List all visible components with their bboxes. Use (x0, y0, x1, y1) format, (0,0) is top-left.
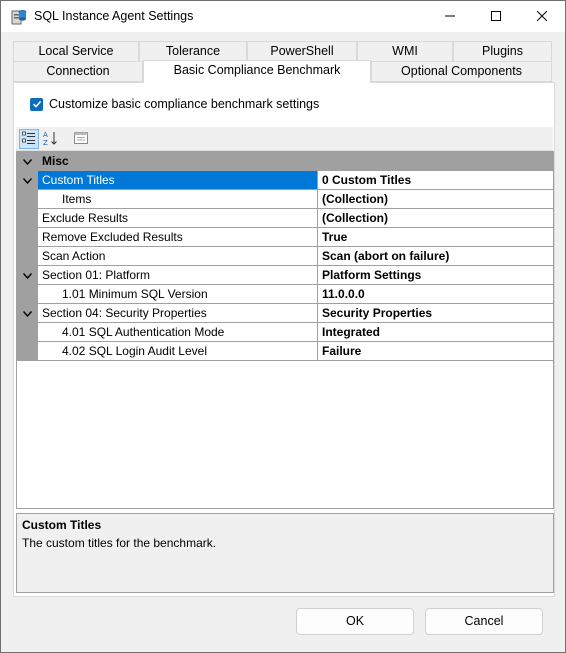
maximize-button[interactable] (473, 1, 519, 32)
row-gutter (17, 247, 38, 266)
tab-plugins[interactable]: Plugins (453, 41, 552, 62)
tab-optional-components[interactable]: Optional Components (371, 61, 552, 82)
svg-text:Z: Z (43, 139, 48, 146)
tab-strip: Local Service Tolerance PowerShell WMI P… (13, 41, 553, 83)
property-name[interactable]: Remove Excluded Results (38, 228, 318, 247)
row-gutter (17, 285, 38, 304)
customize-checkbox-label: Customize basic compliance benchmark set… (49, 97, 320, 111)
property-name[interactable]: 1.01 Minimum SQL Version (38, 285, 318, 304)
svg-text:A: A (43, 131, 48, 139)
property-value[interactable]: 11.0.0.0 (318, 285, 553, 304)
row-gutter (17, 342, 38, 361)
property-value[interactable]: (Collection) (318, 190, 553, 209)
customize-checkbox[interactable] (30, 97, 43, 111)
tab-wmi[interactable]: WMI (357, 41, 453, 62)
property-name[interactable]: Exclude Results (38, 209, 318, 228)
grid-row[interactable]: Custom Titles 0 Custom Titles (17, 171, 553, 190)
title-bar[interactable]: SQL Instance Agent Settings (1, 1, 565, 32)
settings-dialog: SQL Instance Agent Settings Local Servic… (0, 0, 566, 653)
window-title: SQL Instance Agent Settings (34, 9, 194, 23)
grid-row[interactable]: 4.02 SQL Login Audit Level Failure (17, 342, 553, 361)
close-button[interactable] (519, 1, 565, 32)
collapse-icon[interactable] (17, 152, 38, 171)
category-row-misc[interactable]: Misc (17, 152, 553, 171)
description-title: Custom Titles (22, 518, 102, 532)
property-name[interactable]: Custom Titles (38, 171, 318, 190)
row-gutter (17, 323, 38, 342)
row-gutter (17, 209, 38, 228)
property-grid-toolbar: A Z (16, 127, 553, 151)
property-name[interactable]: Section 01: Platform (38, 266, 318, 285)
tab-connection[interactable]: Connection (13, 61, 143, 82)
property-value[interactable]: Scan (abort on failure) (318, 247, 553, 266)
property-pages-icon (74, 131, 88, 148)
property-value[interactable]: True (318, 228, 553, 247)
collapse-icon[interactable] (17, 171, 38, 190)
property-value[interactable]: Integrated (318, 323, 553, 342)
tab-powershell[interactable]: PowerShell (247, 41, 357, 62)
grid-row[interactable]: Scan Action Scan (abort on failure) (17, 247, 553, 266)
property-value[interactable]: 0 Custom Titles (318, 171, 553, 190)
grid-row[interactable]: Section 01: Platform Platform Settings (17, 266, 553, 285)
property-name[interactable]: Section 04: Security Properties (38, 304, 318, 323)
tab-page-basic-compliance: Customize basic compliance benchmark set… (13, 82, 555, 597)
ok-button[interactable]: OK (296, 608, 414, 635)
grid-row[interactable]: 4.01 SQL Authentication Mode Integrated (17, 323, 553, 342)
collapse-icon[interactable] (17, 266, 38, 285)
property-name[interactable]: Scan Action (38, 247, 318, 266)
minimize-icon (445, 10, 455, 24)
database-app-icon (11, 8, 27, 26)
property-name[interactable]: 4.02 SQL Login Audit Level (38, 342, 318, 361)
alphabetical-button[interactable]: A Z (41, 129, 61, 149)
customize-checkbox-row[interactable]: Customize basic compliance benchmark set… (30, 97, 319, 111)
row-gutter (17, 190, 38, 209)
description-panel: Custom Titles The custom titles for the … (16, 513, 554, 593)
property-name[interactable]: Items (38, 190, 318, 209)
cancel-button[interactable]: Cancel (425, 608, 543, 635)
categorized-icon (22, 131, 36, 148)
property-value[interactable]: Security Properties (318, 304, 553, 323)
row-gutter (17, 228, 38, 247)
grid-row[interactable]: Exclude Results (Collection) (17, 209, 553, 228)
alphabetical-icon: A Z (43, 130, 59, 149)
property-value[interactable]: (Collection) (318, 209, 553, 228)
property-name[interactable]: 4.01 SQL Authentication Mode (38, 323, 318, 342)
close-icon (536, 10, 548, 24)
grid-row[interactable]: 1.01 Minimum SQL Version 11.0.0.0 (17, 285, 553, 304)
grid-row[interactable]: Items (Collection) (17, 190, 553, 209)
collapse-icon[interactable] (17, 304, 38, 323)
property-pages-button[interactable] (71, 129, 91, 149)
tab-tolerance[interactable]: Tolerance (139, 41, 247, 62)
grid-row[interactable]: Remove Excluded Results True (17, 228, 553, 247)
categorized-button[interactable] (19, 129, 39, 149)
property-value[interactable]: Failure (318, 342, 553, 361)
minimize-button[interactable] (427, 1, 473, 32)
description-text: The custom titles for the benchmark. (22, 536, 217, 550)
tab-local-service[interactable]: Local Service (13, 41, 139, 62)
tab-basic-compliance-benchmark[interactable]: Basic Compliance Benchmark (143, 60, 371, 83)
property-value[interactable]: Platform Settings (318, 266, 553, 285)
property-grid: Misc Custom Titles 0 Custom Titles Items… (16, 151, 554, 509)
maximize-icon (491, 10, 501, 24)
category-label: Misc (42, 154, 69, 168)
grid-row[interactable]: Section 04: Security Properties Security… (17, 304, 553, 323)
